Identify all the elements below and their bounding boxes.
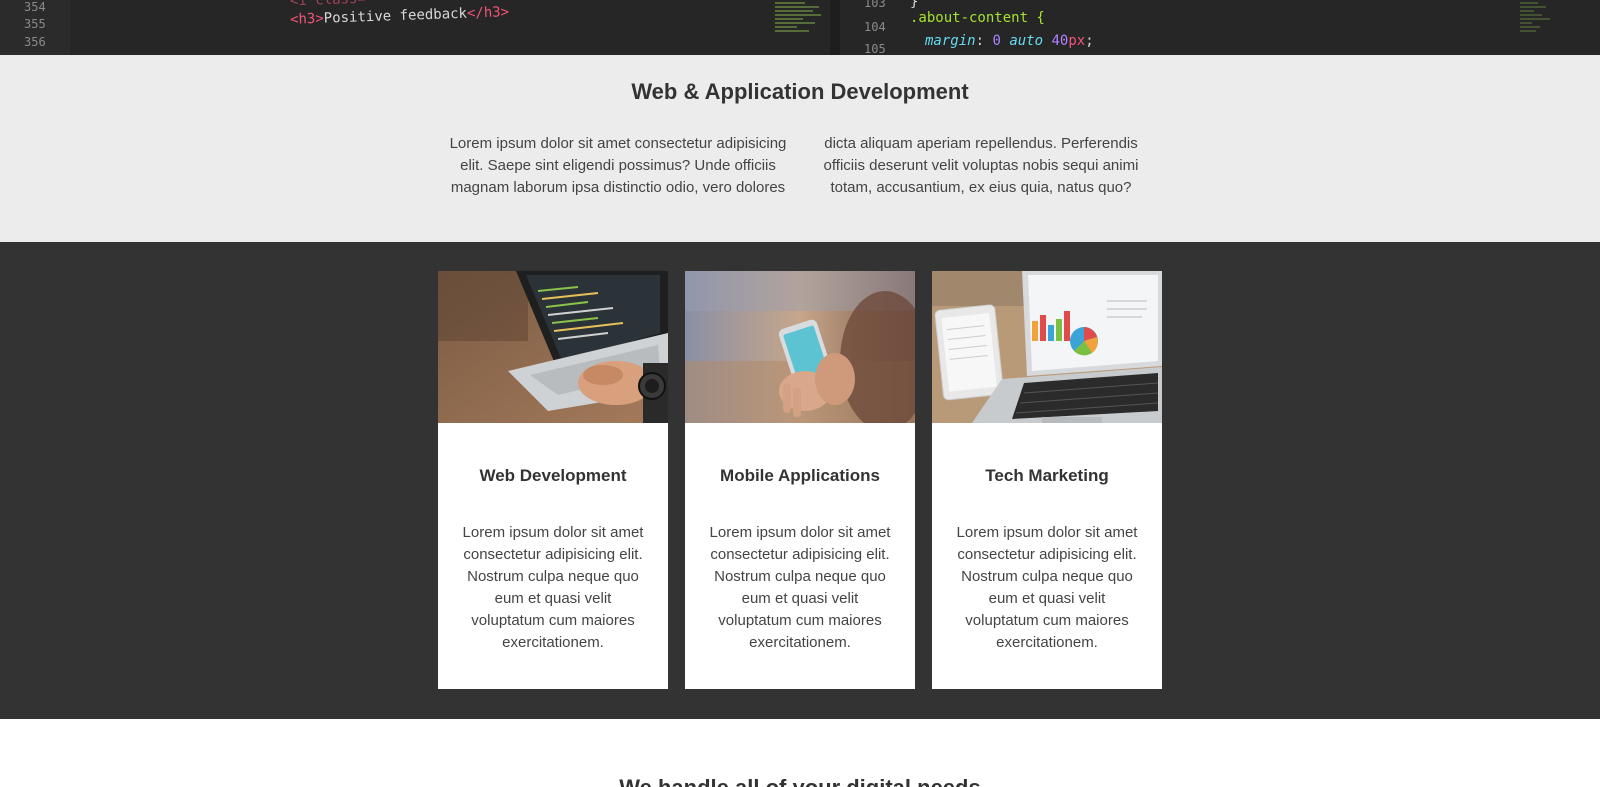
intro-text-right: dicta aliquam aperiam repellendus. Perfe…	[823, 135, 1139, 196]
laptop-coding-photo	[438, 271, 668, 423]
line-number: 356	[24, 35, 46, 49]
card-title: Tech Marketing	[985, 466, 1109, 485]
code-line: }	[910, 0, 919, 10]
line-number: 105	[864, 42, 886, 55]
card-text: Lorem ipsum dolor sit amet consectetur a…	[709, 524, 891, 651]
code-line: .about-content {	[910, 10, 1045, 26]
intro-section: Web & Application Development Lorem ipsu…	[0, 55, 1600, 242]
services-section: Web Development Lorem ipsum dolor sit am…	[0, 242, 1600, 719]
code-line: <i class=	[289, 0, 367, 10]
editor-minimap	[775, 0, 823, 55]
editor-divider	[830, 0, 840, 55]
service-card-web-development: Web Development Lorem ipsum dolor sit am…	[438, 271, 668, 689]
code-line: margin: 0 auto 40px;	[925, 33, 1094, 49]
editor-minimap	[1520, 0, 1568, 55]
laptop-charts-tablet-photo	[932, 271, 1162, 423]
section-title: We handle all of your digital needs	[0, 775, 1600, 787]
intro-text-left: Lorem ipsum dolor sit amet consectetur a…	[449, 135, 787, 196]
line-number: 354	[24, 0, 46, 14]
card-title: Web Development	[479, 466, 627, 485]
service-card-tech-marketing: Tech Marketing Lorem ipsum dolor sit ame…	[932, 271, 1162, 689]
smartphone-in-hands-photo	[685, 271, 915, 423]
card-title: Mobile Applications	[720, 466, 880, 485]
hero-code-banner: 354 355 356 <i class= <h3>Positive feedb…	[0, 0, 1600, 55]
line-number: 104	[864, 20, 886, 34]
service-card-mobile-applications: Mobile Applications Lorem ipsum dolor si…	[685, 271, 915, 689]
line-number: 355	[24, 17, 46, 31]
card-text: Lorem ipsum dolor sit amet consectetur a…	[462, 524, 644, 651]
line-number: 103	[864, 0, 886, 10]
digital-needs-section: We handle all of your digital needs	[0, 719, 1600, 787]
card-text: Lorem ipsum dolor sit amet consectetur a…	[956, 524, 1138, 651]
section-title: Web & Application Development	[631, 79, 969, 104]
